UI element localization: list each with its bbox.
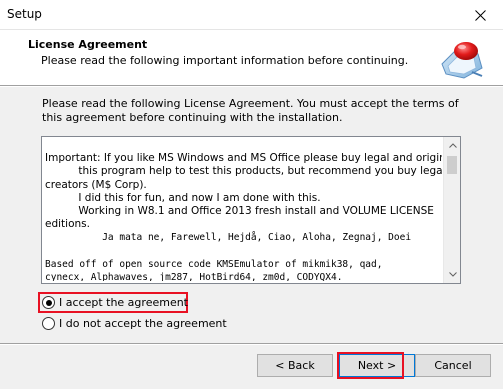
license-line: editions.	[45, 218, 90, 231]
scroll-up-button[interactable]	[444, 137, 460, 154]
next-highlight	[337, 352, 404, 379]
decline-label: I do not accept the agreement	[59, 317, 227, 330]
scroll-down-button[interactable]	[444, 266, 460, 283]
accept-label: I accept the agreement	[59, 296, 188, 309]
chevron-down-icon	[448, 272, 457, 277]
back-button[interactable]: < Back	[257, 354, 333, 377]
license-line: Important: If you like MS Windows and MS…	[45, 152, 442, 165]
page-subtitle: Please read the following important info…	[41, 54, 409, 67]
license-line: this program help to test this products,…	[45, 165, 442, 178]
footer-divider-light	[0, 344, 503, 345]
license-line: creators (M$ Corp).	[45, 178, 147, 191]
accept-radio-option[interactable]: I accept the agreement	[42, 294, 188, 311]
license-text: Important: If you like MS Windows and MS…	[45, 139, 442, 281]
cancel-button[interactable]: Cancel	[415, 354, 491, 377]
intro-text: Please read the following License Agreem…	[42, 97, 459, 124]
close-icon	[474, 9, 486, 21]
accept-radio[interactable]	[42, 296, 55, 309]
license-line: Based off of open source code KMSEmulato…	[45, 258, 383, 270]
license-line: Working in W8.1 and Office 2013 fresh in…	[45, 205, 434, 218]
decline-radio-option[interactable]: I do not accept the agreement	[42, 315, 227, 332]
setup-logo-icon	[441, 42, 483, 79]
close-button[interactable]	[457, 0, 503, 30]
license-line: Ja mata ne, Farewell, Hejdå, Ciao, Aloha…	[45, 232, 412, 244]
license-line: cynecx, Alphawaves, jm287, HotBird64, zm…	[45, 272, 343, 281]
window-title: Setup	[7, 7, 42, 21]
license-scrollbar[interactable]	[443, 137, 460, 283]
license-text-box[interactable]: Important: If you like MS Windows and MS…	[41, 136, 461, 284]
title-bar: Setup	[0, 0, 503, 30]
wizard-header: License Agreement Please read the follow…	[0, 30, 503, 87]
page-title: License Agreement	[28, 38, 148, 51]
decline-radio[interactable]	[42, 317, 55, 330]
chevron-up-icon	[448, 143, 457, 148]
license-line: I did this for fun, and now I am done wi…	[45, 191, 321, 204]
scroll-thumb[interactable]	[447, 156, 457, 174]
